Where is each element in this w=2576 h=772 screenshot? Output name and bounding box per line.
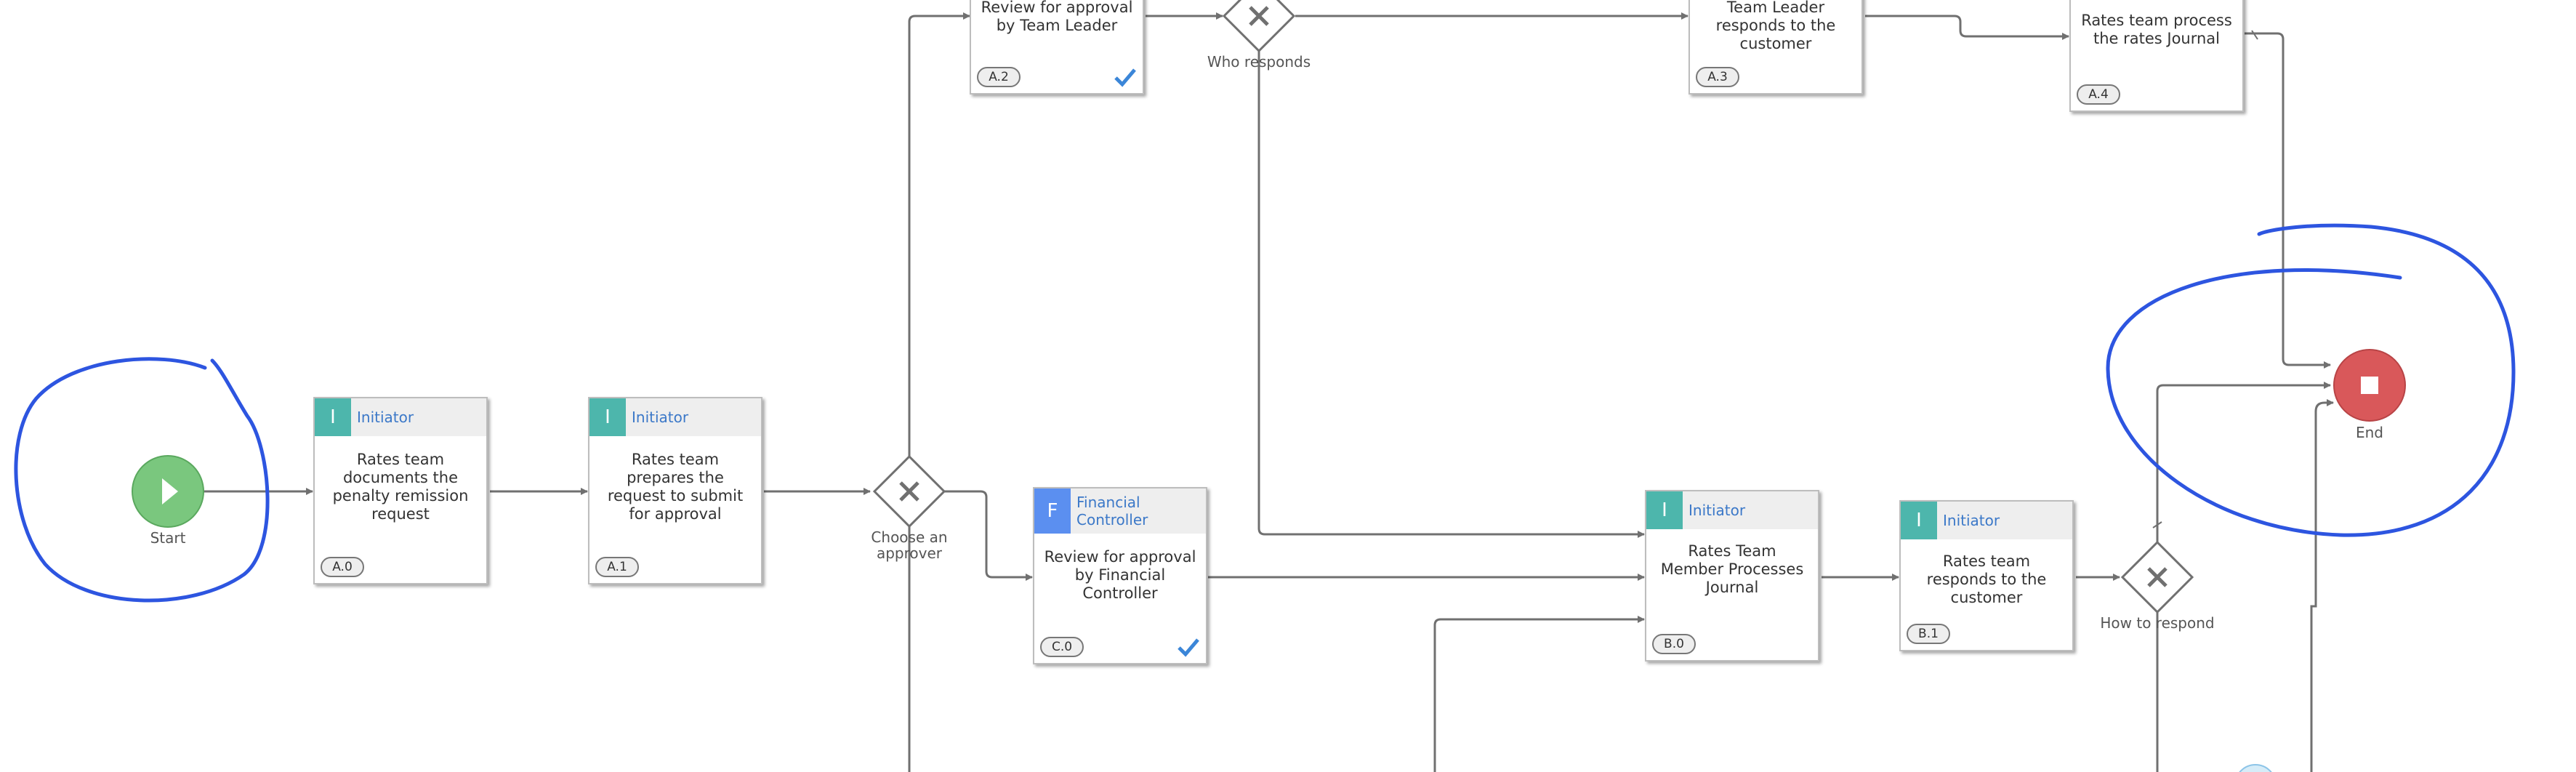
task-header: I Initiator (1901, 502, 2072, 539)
role-name: Initiator (632, 409, 689, 426)
task-a4[interactable]: Rates team process the rates Journal A.4 (2069, 0, 2244, 112)
task-title: Rates team responds to the customer (1926, 552, 2047, 606)
role-badge: I (1901, 502, 1937, 539)
role-badge: I (1646, 491, 1683, 529)
task-a0[interactable]: I Initiator Rates team documents the pen… (313, 397, 488, 584)
tick-mark (2251, 30, 2258, 40)
connector-gateway-a2 (908, 12, 970, 457)
start-event-label: Start (150, 529, 186, 547)
task-id-badge: A.3 (1696, 67, 1739, 87)
task-header: I Initiator (589, 398, 761, 436)
end-event-label: End (2355, 424, 2383, 441)
task-title: Rates team process the rates Journal (2081, 12, 2232, 47)
role-name: Initiator (1943, 512, 2000, 529)
gateway-how-to-respond-label: How to respond (2100, 614, 2215, 632)
task-a3[interactable]: Team Leader responds to the customer A.3 (1689, 0, 1863, 95)
end-event[interactable] (2333, 349, 2406, 422)
task-header: F Financial Controller (1034, 488, 1206, 534)
gateway-how-to-respond[interactable] (2120, 539, 2195, 615)
task-id-badge: B.1 (1907, 624, 1950, 644)
play-icon (162, 478, 178, 504)
checkmark-icon (1114, 68, 1136, 87)
task-title: Team Leader responds to the customer (1715, 0, 1836, 52)
process-diagram-canvas: Start End Choose an approver Who respond… (0, 0, 2576, 772)
gateway-who-responds-label: Who responds (1207, 53, 1311, 71)
task-title: Rates Team Member Processes Journal (1660, 542, 1804, 596)
task-id-badge: B.0 (1652, 634, 1696, 654)
role-name: Financial Controller (1076, 494, 1148, 528)
task-title: Rates team prepares the request to submi… (607, 451, 744, 523)
role-badge: I (589, 398, 626, 436)
task-b0[interactable]: I Initiator Rates Team Member Processes … (1645, 490, 1819, 662)
task-title: Review for approval by Team Leader (981, 0, 1133, 34)
task-a2[interactable]: Review for approval by Team Leader A.2 (970, 0, 1144, 95)
task-id-badge: C.0 (1040, 637, 1084, 657)
stop-icon (2361, 377, 2378, 394)
connectors-layer (14, 12, 2516, 772)
gateway-choose-approver[interactable] (872, 454, 947, 529)
task-b1[interactable]: I Initiator Rates team responds to the c… (1899, 500, 2074, 651)
connector-who-responds-b0 (1257, 51, 1645, 538)
task-c0[interactable]: F Financial Controller Review for approv… (1033, 487, 1207, 664)
task-id-badge: A.1 (595, 557, 639, 577)
checkmark-icon (1178, 638, 1199, 657)
role-badge: I (315, 398, 351, 436)
task-title: Rates team documents the penalty remissi… (332, 451, 469, 523)
role-name: Initiator (357, 409, 414, 426)
connector-lower-end (2310, 399, 2334, 772)
role-name: Initiator (1689, 502, 1746, 519)
task-a1[interactable]: I Initiator Rates team prepares the requ… (588, 397, 762, 584)
gateway-choose-approver-label: Choose an approver (871, 528, 948, 562)
role-badge: F (1034, 488, 1071, 534)
annotation-circle-end (2106, 223, 2516, 537)
task-header: I Initiator (315, 398, 486, 436)
task-title: Review for approval by Financial Control… (1044, 548, 1196, 602)
task-id-badge: A.2 (977, 67, 1021, 87)
start-event[interactable] (132, 455, 204, 528)
task-id-badge: A.0 (321, 557, 364, 577)
connector-a4-end (2245, 32, 2331, 369)
gateway-who-responds[interactable] (1221, 0, 1297, 54)
partial-event-circle (2239, 764, 2272, 772)
connector-lower-b0 (1433, 616, 1645, 772)
connector-how-respond-end (2156, 382, 2331, 542)
connector-a3-a4 (1865, 15, 2069, 40)
task-id-badge: A.4 (2077, 84, 2120, 105)
task-header: I Initiator (1646, 491, 1818, 529)
